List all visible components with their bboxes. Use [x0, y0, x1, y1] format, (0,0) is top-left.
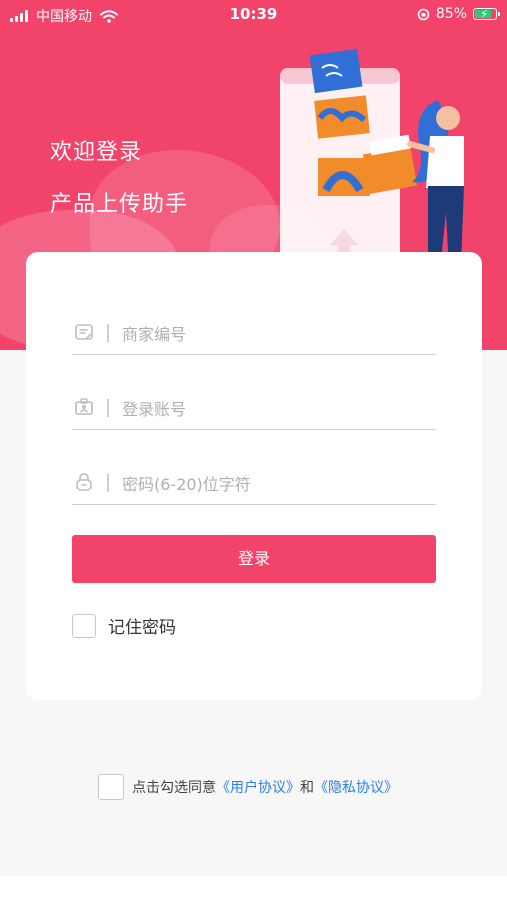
status-bar: 中国移动 10:39 85% ⚡: [0, 0, 507, 28]
remember-password-checkbox[interactable]: [72, 613, 96, 638]
welcome-title: 欢迎登录: [50, 140, 143, 165]
account-input[interactable]: [120, 393, 434, 425]
password-field: [72, 460, 436, 505]
battery-percent: 85%: [435, 6, 467, 22]
field-divider: [107, 399, 109, 417]
agreement-and: 和: [300, 780, 314, 796]
login-button[interactable]: 登录: [72, 535, 436, 583]
merchant-id-input[interactable]: [120, 318, 434, 350]
agreement-prefix: 点击勾选同意: [132, 780, 216, 796]
account-field: [72, 385, 436, 430]
privacy-agreement-link[interactable]: 《隐私协议》: [314, 777, 398, 797]
account-icon: [75, 398, 93, 415]
agreement-checkbox[interactable]: [98, 774, 124, 800]
charging-icon: ⚡: [480, 7, 489, 21]
app-subtitle: 产品上传助手: [50, 192, 189, 217]
merchant-icon: [75, 324, 93, 340]
agreement-row: 点击勾选同意 《用户协议》 和 《隐私协议》: [98, 774, 398, 800]
field-divider: [107, 474, 109, 492]
lock-icon: [76, 473, 92, 491]
remember-password: 记住密码: [72, 613, 176, 638]
battery-icon: ⚡: [473, 7, 500, 21]
field-divider: [107, 324, 109, 342]
bottom-band: [0, 876, 507, 900]
login-page: 中国移动 10:39 85% ⚡ 欢迎登录 产品上传助手 商家编号 登录账号 登…: [0, 0, 507, 900]
remember-password-label: 记住密码: [108, 618, 176, 638]
merchant-id-field: [72, 310, 436, 355]
orientation-lock-icon: [417, 8, 430, 20]
user-agreement-link[interactable]: 《用户协议》: [216, 777, 300, 797]
password-input[interactable]: [120, 468, 434, 500]
login-card: 登录 记住密码: [26, 252, 482, 700]
